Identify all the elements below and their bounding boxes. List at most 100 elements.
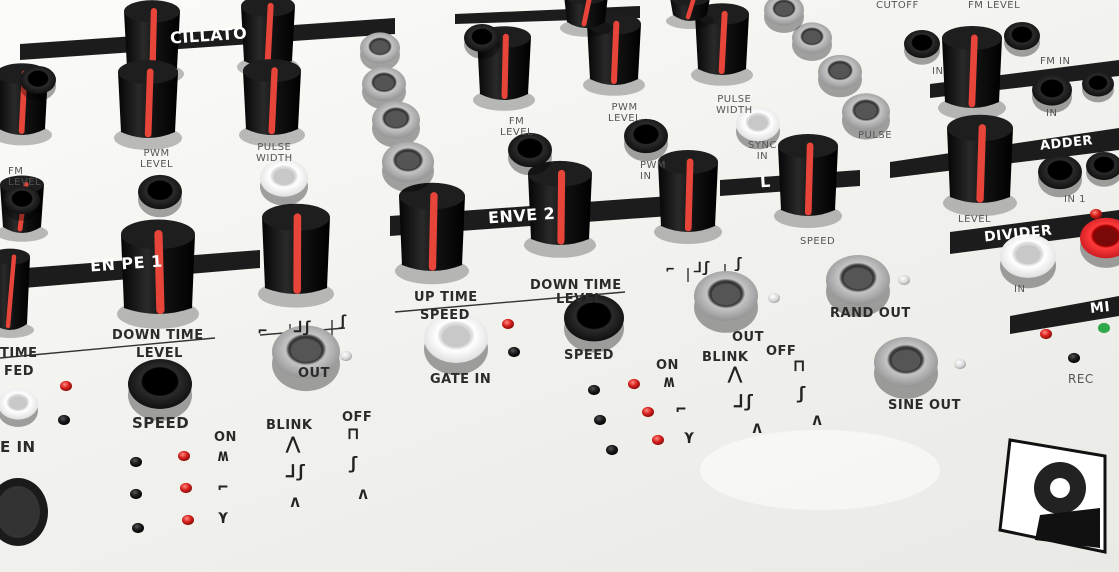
- led-indicator: [652, 434, 664, 446]
- wave-icon: ʍ: [664, 372, 675, 392]
- speed-2a-label: SPEED: [420, 308, 470, 323]
- level-1-label: LEVEL: [136, 346, 183, 361]
- led-indicator: [180, 482, 192, 494]
- pwm-level-left-label: PWM LEVEL: [140, 148, 174, 170]
- knob-icon[interactable]: [239, 59, 305, 147]
- on-2-label: ON: [656, 358, 679, 373]
- down-time-2-label: DOWN TIME: [530, 278, 622, 293]
- knob-icon[interactable]: [395, 182, 469, 285]
- rand-out-label: RAND OUT: [830, 306, 911, 321]
- wave-icon: ʃ: [338, 312, 348, 330]
- jack-socket[interactable]: [4, 185, 40, 221]
- led-indicator: [182, 514, 194, 526]
- glare: [700, 430, 940, 510]
- fm-level-mid-label: FM LEVEL: [500, 116, 534, 138]
- jack-socket[interactable]: [1004, 21, 1040, 57]
- jack-socket[interactable]: [128, 359, 192, 421]
- blink-1-label: BLINK: [266, 418, 313, 433]
- wave-icon: ʍ: [218, 446, 229, 466]
- led-indicator: [60, 380, 72, 392]
- wave-icon: ⅃ʃ: [734, 392, 754, 412]
- led-indicator: [502, 318, 514, 330]
- knob-icon[interactable]: [560, 0, 612, 37]
- jack-socket[interactable]: [694, 271, 758, 333]
- fm-level-left-label: FM LEVEL: [8, 166, 42, 188]
- knob-icon[interactable]: [117, 219, 199, 329]
- pulse-width-left-label: PULSE WIDTH: [256, 142, 293, 164]
- out-1-label: OUT: [298, 366, 330, 381]
- jack-socket[interactable]: [464, 23, 500, 59]
- led-indicator: [130, 456, 142, 468]
- down-time-1-label: DOWN TIME: [112, 328, 204, 343]
- wave-icon: ⊓: [348, 424, 359, 444]
- sine-out-label: SINE OUT: [888, 398, 961, 413]
- jack-socket[interactable]: [904, 29, 940, 65]
- in1-label: IN 1: [1064, 194, 1086, 205]
- jack-socket[interactable]: [764, 0, 804, 33]
- knob-icon[interactable]: [0, 248, 34, 338]
- cutoff-label: CUTOFF: [876, 0, 919, 11]
- in-right2-label: IN: [1046, 108, 1058, 119]
- knob-icon[interactable]: [666, 0, 714, 29]
- wave-icon: ʌ: [752, 418, 763, 438]
- led-indicator: [1040, 328, 1052, 340]
- on-1-label: ON: [214, 430, 237, 445]
- wave-icon: ⅃ʃ: [294, 318, 312, 336]
- jack-socket[interactable]: [874, 337, 938, 399]
- off-1-label: OFF: [342, 410, 373, 425]
- jack-socket[interactable]: [1086, 151, 1119, 187]
- wave-icon: ʃ: [348, 454, 359, 474]
- jack-socket[interactable]: [138, 174, 182, 218]
- sync-in-label: SYNC IN: [748, 140, 777, 162]
- pulse-width-mid-label: PULSE WIDTH: [716, 94, 753, 116]
- e-in-label: E IN: [0, 438, 36, 456]
- level-right-label: LEVEL: [958, 214, 992, 225]
- off-2-label: OFF: [766, 344, 797, 359]
- up-time-2-label: UP TIME: [414, 290, 478, 305]
- led-indicator: [606, 444, 618, 456]
- jack-socket[interactable]: [372, 101, 420, 148]
- jack-socket[interactable]: [1082, 71, 1114, 103]
- midi-connector-icon: [0, 478, 48, 546]
- jack-socket[interactable]: [508, 132, 552, 176]
- jack-socket[interactable]: [20, 65, 56, 101]
- knob-icon[interactable]: [258, 203, 334, 308]
- jack-socket[interactable]: [360, 32, 400, 71]
- in-right-label: IN: [932, 66, 944, 77]
- led-indicator: [954, 358, 966, 370]
- wave-icon: ʃ: [796, 384, 807, 404]
- fed-label: FED: [4, 364, 35, 379]
- knob-icon[interactable]: [774, 134, 842, 228]
- led-indicator: [642, 406, 654, 418]
- jack-socket[interactable]: [0, 388, 38, 427]
- jack-socket[interactable]: [382, 141, 434, 192]
- wave-icon: ʌ: [358, 484, 369, 504]
- pulse-label: PULSE: [858, 130, 893, 141]
- out-lfo-label: OUT: [732, 330, 764, 345]
- knob-icon[interactable]: [114, 60, 182, 150]
- led-indicator: [130, 488, 142, 500]
- wave-icon: ʃ: [734, 256, 743, 272]
- speed-2-label: SPEED: [564, 348, 614, 363]
- pwm-in-label: PWM IN: [640, 160, 667, 182]
- jack-socket[interactable]: [1080, 217, 1119, 268]
- knob-icon[interactable]: [938, 26, 1006, 120]
- led-indicator: [1068, 352, 1080, 364]
- in-divider-label: IN: [1014, 284, 1026, 295]
- led-indicator: [594, 414, 606, 426]
- led-indicator: [898, 274, 910, 286]
- jack-socket[interactable]: [624, 118, 668, 162]
- jack-socket[interactable]: [260, 159, 308, 206]
- time-label: TIME: [0, 346, 38, 361]
- jack-socket[interactable]: [1038, 154, 1082, 198]
- led-indicator: [1090, 208, 1102, 220]
- wave-icon: ⌐: [258, 322, 268, 340]
- jack-socket[interactable]: [818, 54, 862, 98]
- knob-icon[interactable]: [943, 114, 1017, 217]
- speed-1-label: SPEED: [132, 414, 190, 432]
- fm-level-top-label: FM LEVEL: [968, 0, 1021, 11]
- wave-icon: ⌐: [676, 400, 687, 420]
- blink-2-label: BLINK: [702, 350, 749, 365]
- led-indicator: [178, 450, 190, 462]
- wave-icon: ʌ: [812, 410, 823, 430]
